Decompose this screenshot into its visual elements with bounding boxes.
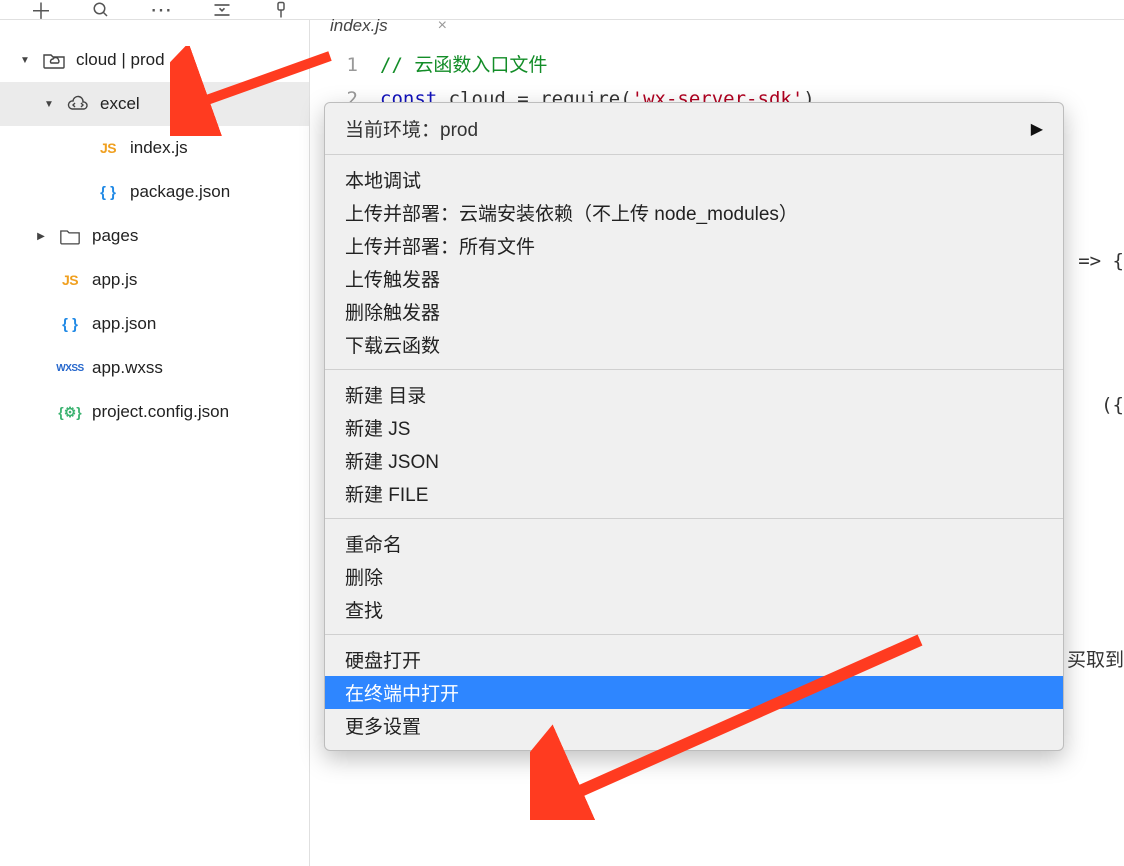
menu-item-new-dir[interactable]: 新建 目录 — [325, 378, 1063, 411]
menu-item-open-terminal[interactable]: 在终端中打开 — [325, 676, 1063, 709]
menu-item-rename[interactable]: 重命名 — [325, 527, 1063, 560]
tree-root-cloud-prod[interactable]: cloud | prod — [0, 38, 309, 82]
tree-item-package-json[interactable]: { } package.json — [0, 170, 309, 214]
menu-item-new-file[interactable]: 新建 FILE — [325, 477, 1063, 510]
tab-index-js[interactable]: index.js × — [310, 16, 471, 44]
tree-item-app-wxss[interactable]: WXSS app.wxss — [0, 346, 309, 390]
tree-label: pages — [92, 226, 138, 246]
menu-item-upload-all[interactable]: 上传并部署：所有文件 — [325, 229, 1063, 262]
menu-item-local-debug[interactable]: 本地调试 — [325, 163, 1063, 196]
context-menu: 当前环境：prod ▶ 本地调试 上传并部署：云端安装依赖（不上传 node_m… — [324, 102, 1064, 751]
menu-item-upload-trigger[interactable]: 上传触发器 — [325, 262, 1063, 295]
filter-icon[interactable] — [272, 1, 290, 19]
chevron-down-icon — [42, 99, 56, 110]
menu-group-open: 硬盘打开 在终端中打开 更多设置 — [325, 635, 1063, 750]
tree-label: project.config.json — [92, 402, 229, 422]
close-icon[interactable]: × — [438, 17, 447, 35]
tree-item-pages[interactable]: pages — [0, 214, 309, 258]
menu-header[interactable]: 当前环境：prod ▶ — [325, 103, 1063, 155]
tree-label: app.wxss — [92, 358, 163, 378]
js-icon: JS — [94, 138, 122, 158]
tree-item-project-config[interactable]: {⚙} project.config.json — [0, 390, 309, 434]
tab-bar: index.js × — [310, 20, 1124, 40]
play-icon[interactable]: ▶ — [1031, 119, 1043, 139]
json-icon: { } — [94, 182, 122, 202]
tree-label: app.json — [92, 314, 156, 334]
menu-item-new-json[interactable]: 新建 JSON — [325, 444, 1063, 477]
menu-item-download-fn[interactable]: 下载云函数 — [325, 328, 1063, 361]
menu-group-new: 新建 目录 新建 JS 新建 JSON 新建 FILE — [325, 370, 1063, 519]
menu-item-upload-cloud-deps[interactable]: 上传并部署：云端安装依赖（不上传 node_modules） — [325, 196, 1063, 229]
menu-item-new-js[interactable]: 新建 JS — [325, 411, 1063, 444]
json-icon: { } — [56, 314, 84, 334]
menu-group-edit: 重命名 删除 查找 — [325, 519, 1063, 635]
folder-icon — [56, 226, 84, 246]
config-icon: {⚙} — [56, 402, 84, 422]
collapse-icon[interactable] — [212, 1, 232, 19]
menu-item-open-disk[interactable]: 硬盘打开 — [325, 643, 1063, 676]
file-explorer: cloud | prod excel JS index.js { } packa… — [0, 20, 310, 866]
tree-item-app-json[interactable]: { } app.json — [0, 302, 309, 346]
chevron-down-icon — [18, 55, 32, 66]
wxss-icon: WXSS — [56, 358, 84, 378]
js-icon: JS — [56, 270, 84, 290]
tree-label: excel — [100, 94, 140, 114]
tree-item-index-js[interactable]: JS index.js — [0, 126, 309, 170]
tree-label: cloud | prod — [76, 50, 165, 70]
cloud-function-icon — [64, 94, 92, 114]
tree-item-app-js[interactable]: JS app.js — [0, 258, 309, 302]
code-fragment: => { — [1078, 250, 1124, 272]
menu-item-delete[interactable]: 删除 — [325, 560, 1063, 593]
menu-item-more-settings[interactable]: 更多设置 — [325, 709, 1063, 742]
chevron-right-icon — [34, 231, 48, 242]
menu-group-deploy: 本地调试 上传并部署：云端安装依赖（不上传 node_modules） 上传并部… — [325, 155, 1063, 370]
tree-item-excel[interactable]: excel — [0, 82, 309, 126]
menu-item-find[interactable]: 查找 — [325, 593, 1063, 626]
toolbar: ＋ ⋯ — [0, 0, 1124, 20]
menu-item-delete-trigger[interactable]: 删除触发器 — [325, 295, 1063, 328]
menu-header-text: 当前环境：prod — [345, 115, 478, 142]
tree-label: package.json — [130, 182, 230, 202]
search-icon[interactable] — [92, 1, 110, 19]
cloud-folder-icon — [40, 50, 68, 70]
tree-label: app.js — [92, 270, 137, 290]
code-fragment: 买取到 — [1067, 645, 1124, 672]
tab-title: index.js — [330, 16, 388, 36]
code-fragment: ({ — [1101, 394, 1124, 416]
tree-label: index.js — [130, 138, 188, 158]
